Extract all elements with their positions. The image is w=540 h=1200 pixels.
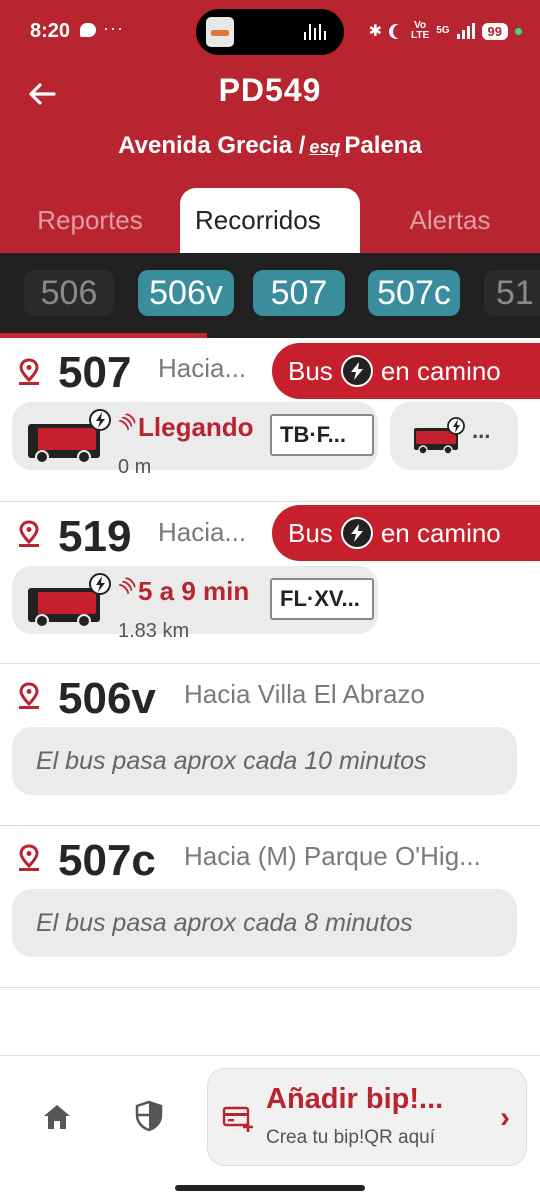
- add-bip-subtitle: Crea tu bip!QR aquí: [266, 1127, 435, 1148]
- add-bip-title: Añadir bip!...: [266, 1083, 444, 1115]
- stop-code: PD549: [218, 72, 322, 108]
- media-thumbnail-icon: [206, 17, 234, 47]
- chat-notification-icon: [80, 23, 96, 37]
- location-pin-icon: [19, 682, 39, 709]
- badge-label-en-camino: en camino: [380, 517, 501, 548]
- header: 8:20 ··· ✱ Vo LTE 5G 99 PD549 Avenida Gre…: [0, 0, 540, 253]
- audio-wave-icon: [304, 24, 326, 40]
- signal-icon: [456, 23, 475, 39]
- bus-eta-text: Llegando: [138, 412, 254, 442]
- stop-cross-street: Palena: [344, 132, 422, 159]
- route-card-507c[interactable]: 507c Hacia (M) Parque O'Hig... El bus pa…: [0, 826, 540, 988]
- electric-bus-icon: [414, 417, 465, 455]
- route-direction: Hacia...: [158, 353, 247, 383]
- bus-en-camino-badge: Bus en camino: [272, 505, 540, 561]
- bus-arrival-pill[interactable]: )))5 a 9 min 1.83 km FL·XV...: [12, 566, 378, 642]
- shield-icon[interactable]: [134, 1100, 164, 1132]
- route-card-507[interactable]: 507 Hacia... Bus en camino )))Llegando 0…: [0, 338, 540, 502]
- electric-bolt-icon: [340, 517, 373, 549]
- bus-distance: 1.83 km: [118, 620, 190, 642]
- add-bip-card-button[interactable]: Añadir bip!... Crea tu bip!QR aquí ›: [207, 1068, 527, 1166]
- tab-reportes[interactable]: Reportes: [10, 188, 170, 253]
- route-chip-51[interactable]: 51: [484, 270, 540, 316]
- stop-name: Avenida Grecia / esq Palena: [0, 132, 540, 160]
- bus-plate: TB·F...: [270, 414, 374, 456]
- do-not-disturb-icon: [393, 24, 408, 39]
- frequency-info: El bus pasa aprox cada 10 minutos: [12, 727, 517, 795]
- frequency-info: El bus pasa aprox cada 8 minutos: [12, 889, 517, 957]
- electric-bus-icon: [28, 573, 111, 628]
- add-card-icon: [222, 1106, 253, 1132]
- bus-plate: FL·XV...: [270, 578, 374, 620]
- volte-indicator: Vo LTE: [411, 20, 430, 41]
- route-direction: Hacia...: [158, 517, 247, 547]
- more-buses-indicator: ...: [472, 418, 491, 443]
- bluetooth-icon: ✱: [368, 23, 383, 40]
- electric-bus-icon: [28, 409, 111, 464]
- home-indicator[interactable]: [175, 1185, 365, 1191]
- battery-level: 99: [481, 22, 508, 40]
- route-chip-507[interactable]: 507: [253, 270, 345, 316]
- screen: 8:20 ··· ✱ Vo LTE 5G 99 PD549 Avenida Gre…: [0, 0, 540, 1200]
- location-pin-icon: [19, 844, 39, 871]
- stop-esq: esq: [309, 137, 341, 157]
- route-direction: Hacia (M) Parque O'Hig...: [184, 841, 481, 871]
- route-card-506v[interactable]: 506v Hacia Villa El Abrazo El bus pasa a…: [0, 664, 540, 826]
- bus-eta-text: 5 a 9 min: [138, 576, 250, 606]
- electric-bolt-icon: [340, 355, 373, 387]
- status-icons: ✱ Vo LTE 5G 99: [369, 18, 522, 44]
- bus-distance: 0 m: [118, 456, 152, 478]
- badge-label-en-camino: en camino: [380, 355, 501, 386]
- next-bus-pill[interactable]: ...: [390, 402, 518, 470]
- live-signal-icon: ))): [116, 573, 138, 595]
- route-number: 507: [58, 348, 132, 397]
- tab-recorridos-label: Recorridos: [195, 205, 321, 235]
- tab-recorridos[interactable]: Recorridos: [180, 188, 360, 253]
- home-icon[interactable]: [42, 1102, 72, 1132]
- route-chip-506[interactable]: 506: [24, 270, 114, 316]
- status-time: 8:20: [30, 20, 71, 42]
- route-number: 506v: [58, 674, 156, 723]
- bus-en-camino-badge: Bus en camino: [272, 343, 540, 399]
- bus-eta: )))5 a 9 min: [116, 573, 250, 607]
- route-number: 519: [58, 512, 132, 561]
- route-chip-bar[interactable]: 506 506v 507 507c 51: [0, 253, 540, 338]
- location-pin-icon: [19, 520, 39, 547]
- location-pin-icon: [19, 358, 39, 385]
- live-signal-icon: ))): [116, 409, 138, 431]
- bus-arrival-pill[interactable]: )))Llegando 0 m TB·F...: [12, 402, 378, 478]
- more-notifications-icon: ···: [103, 18, 124, 38]
- dynamic-island: [196, 9, 344, 55]
- badge-label-bus: Bus: [288, 517, 333, 548]
- stop-street: Avenida Grecia /: [118, 132, 306, 159]
- privacy-dot-icon: [515, 27, 522, 35]
- bus-eta: )))Llegando: [116, 409, 254, 443]
- network-type: 5G: [436, 25, 450, 36]
- route-direction: Hacia Villa El Abrazo: [184, 679, 425, 709]
- badge-label-bus: Bus: [288, 355, 333, 386]
- route-chip-507c[interactable]: 507c: [368, 270, 460, 316]
- route-card-519[interactable]: 519 Hacia... Bus en camino )))5 a 9 min …: [0, 502, 540, 664]
- route-number: 507c: [58, 836, 156, 885]
- tab-alertas[interactable]: Alertas: [370, 188, 530, 253]
- route-chip-506v[interactable]: 506v: [138, 270, 234, 316]
- chevron-right-icon: ›: [500, 1101, 510, 1134]
- bottom-nav-bar: Añadir bip!... Crea tu bip!QR aquí ›: [0, 1055, 540, 1200]
